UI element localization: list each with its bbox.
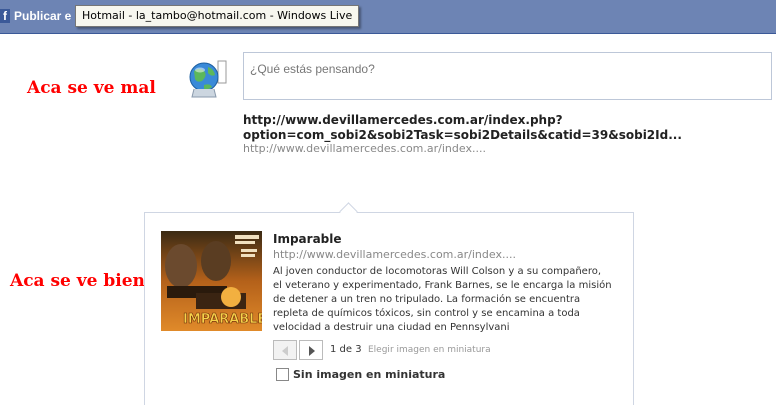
next-thumbnail-button[interactable] — [299, 340, 323, 360]
status-input[interactable]: ¿Qué estás pensando? — [243, 52, 772, 100]
bad-link-url: http://www.devillamercedes.com.ar/index.… — [243, 142, 486, 155]
globe-icon — [188, 59, 228, 99]
good-label: Aca se ve bien — [10, 271, 145, 291]
arrow-left-icon — [282, 346, 288, 356]
thumbnail-count: 1 de 3 — [330, 344, 362, 355]
no-thumbnail-label[interactable]: Sin imagen en miniatura — [293, 368, 445, 381]
window-tooltip: Hotmail - la_tambo@hotmail.com - Windows… — [75, 5, 360, 27]
facebook-icon: f — [0, 9, 10, 23]
link-description: Al joven conductor de locomotoras Will C… — [273, 266, 612, 333]
poster-title-text: IMPARABLE — [183, 312, 262, 327]
arrow-right-icon — [309, 346, 315, 356]
top-bar: f Publicar e Hotmail - la_tambo@hotmail.… — [0, 0, 776, 34]
choose-thumbnail-label: Elegir imagen en miniatura — [368, 345, 491, 355]
bad-label: Aca se ve mal — [27, 78, 156, 98]
link-url: http://www.devillamercedes.com.ar/index.… — [273, 248, 516, 261]
publish-title: Publicar e — [14, 9, 72, 23]
no-thumbnail-checkbox[interactable] — [276, 368, 289, 381]
previous-thumbnail-button[interactable] — [273, 340, 297, 360]
movie-poster-thumbnail: IMPARABLE — [161, 231, 262, 331]
link-title[interactable]: Imparable — [273, 232, 342, 246]
bad-link-title[interactable]: http://www.devillamercedes.com.ar/index.… — [243, 113, 703, 143]
